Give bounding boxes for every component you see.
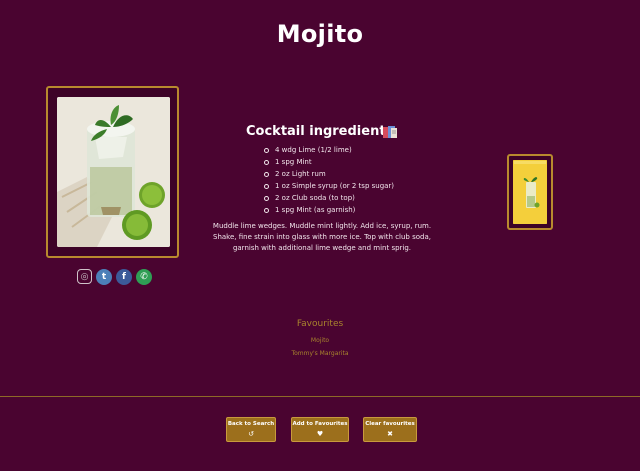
close-icon: ✖ bbox=[387, 430, 393, 438]
ingredient-item: 1 oz Simple syrup (or 2 tsp sugar) bbox=[262, 180, 394, 192]
ingredient-item: 2 oz Club soda (to top) bbox=[262, 192, 394, 204]
phone-preview-screen bbox=[513, 160, 547, 224]
undo-icon: ↺ bbox=[248, 430, 254, 438]
mojito-photo-art bbox=[57, 97, 170, 247]
cocktail-photo bbox=[57, 97, 170, 247]
ingredient-item: 4 wdg Lime (1/2 lime) bbox=[262, 144, 394, 156]
back-to-search-label: Back to Search bbox=[227, 421, 275, 427]
social-share-bar: ◎ t f ✆ bbox=[77, 269, 152, 287]
ingredients-heading: Cocktail ingredients bbox=[246, 124, 394, 139]
back-to-search-button[interactable]: Back to Search ↺ bbox=[226, 417, 276, 442]
cocktail-photo-frame bbox=[46, 86, 179, 258]
add-to-favourites-label: Add to Favourites bbox=[292, 421, 348, 427]
twitter-icon[interactable]: t bbox=[96, 269, 112, 285]
favourite-item-tommys-margarita[interactable]: Tommy's Margarita bbox=[0, 350, 640, 357]
footer-divider bbox=[0, 396, 640, 397]
favourites-title: Favourites bbox=[296, 319, 344, 329]
recipe-book-icon bbox=[382, 125, 398, 140]
phone-preview-frame bbox=[507, 154, 553, 230]
clear-favourites-label: Clear favourites bbox=[365, 421, 415, 427]
add-to-favourites-button[interactable]: Add to Favourites ♥ bbox=[291, 417, 349, 442]
favourite-item-mojito[interactable]: Mojito bbox=[0, 337, 640, 344]
whatsapp-icon[interactable]: ✆ bbox=[136, 269, 152, 285]
heart-icon: ♥ bbox=[316, 430, 324, 438]
ingredient-item: 1 spg Mint (as garnish) bbox=[262, 204, 394, 216]
facebook-icon[interactable]: f bbox=[116, 269, 132, 285]
ingredient-list: 4 wdg Lime (1/2 lime) 1 spg Mint 2 oz Li… bbox=[262, 144, 394, 216]
clear-favourites-button[interactable]: Clear favourites ✖ bbox=[363, 417, 417, 442]
instructions-text: Muddle lime wedges. Muddle mint lightly.… bbox=[212, 222, 432, 252]
ingredient-item: 2 oz Light rum bbox=[262, 168, 394, 180]
phone-drink-icon bbox=[513, 160, 547, 224]
ingredient-item: 1 spg Mint bbox=[262, 156, 394, 168]
page-title: Mojito bbox=[276, 20, 364, 48]
instagram-icon[interactable]: ◎ bbox=[77, 269, 92, 284]
